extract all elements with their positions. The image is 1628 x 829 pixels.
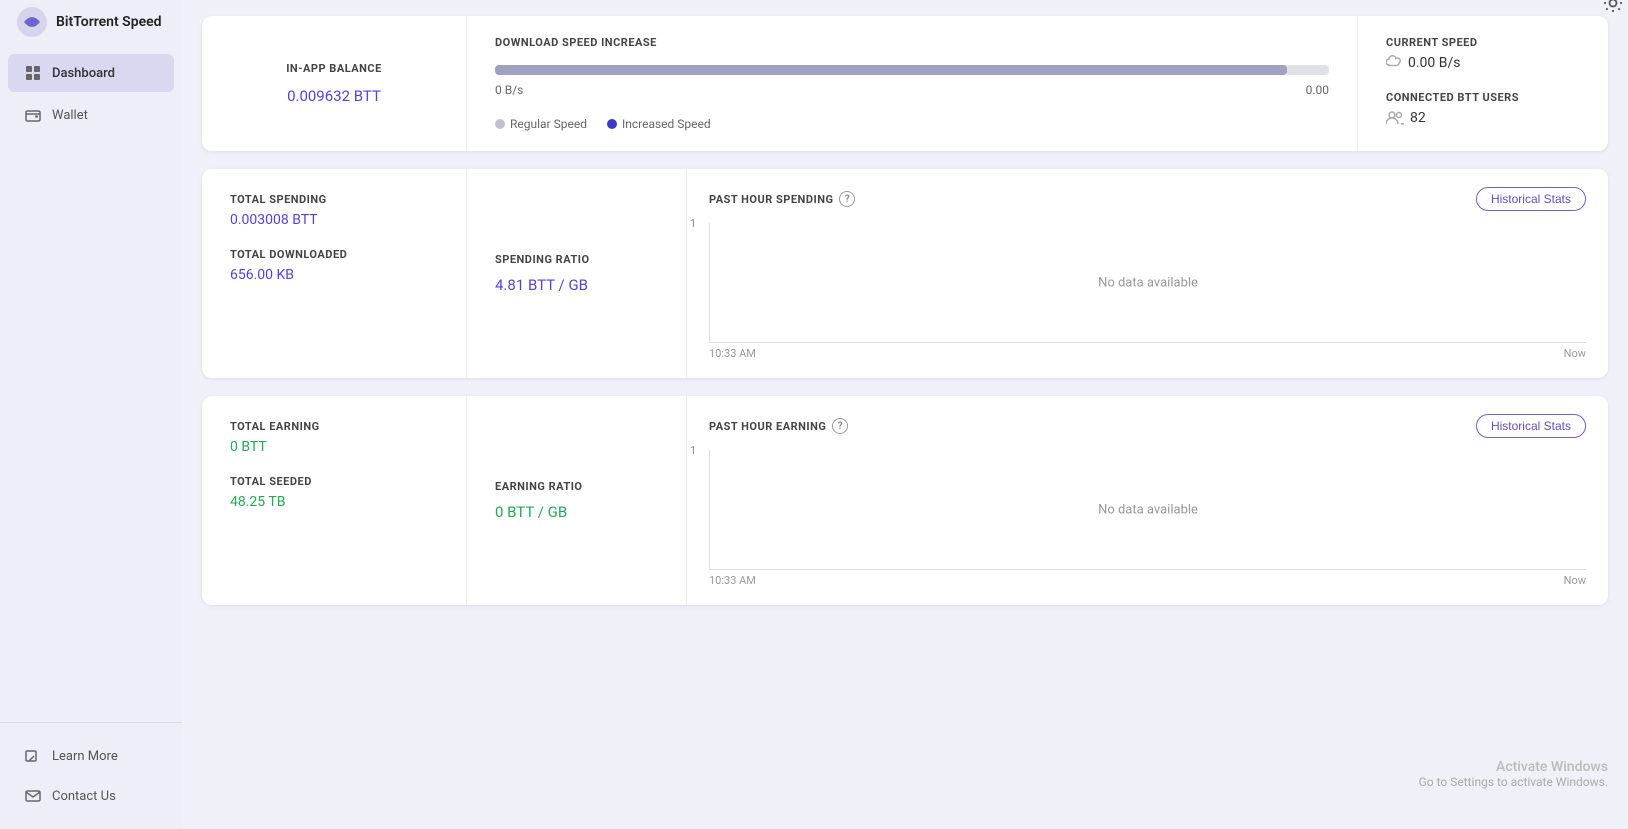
earning-ratio-label: EARNING RATIO: [495, 480, 658, 493]
speed-min: 0 B/s: [495, 83, 523, 97]
app-header: BitTorrent Speed: [0, 0, 182, 44]
regular-dot: [495, 119, 505, 129]
earning-no-data: No data available: [1098, 502, 1198, 517]
sidebar: BitTorrent Speed Dashboard: [0, 0, 182, 829]
earning-x-start: 10:33 AM: [709, 574, 756, 587]
cloud-icon: [1386, 55, 1402, 71]
sidebar-item-dashboard[interactable]: Dashboard: [8, 54, 174, 92]
sidebar-item-contact-us[interactable]: Contact Us: [8, 777, 174, 815]
spending-chart-section: PAST HOUR SPENDING ? Historical Stats 1 …: [687, 169, 1608, 378]
earning-historical-btn[interactable]: Historical Stats: [1476, 414, 1586, 438]
earning-x-end: Now: [1564, 574, 1586, 587]
spending-chart-header: PAST HOUR SPENDING ? Historical Stats: [709, 187, 1586, 211]
legend-increased-label: Increased Speed: [622, 117, 711, 131]
earning-y-label: 1: [690, 444, 696, 457]
total-seeded-value: 48.25 TB: [230, 494, 438, 510]
increased-dot: [607, 119, 617, 129]
earning-chart-header: PAST HOUR EARNING ? Historical Stats: [709, 414, 1586, 438]
connected-users-num: 82: [1410, 110, 1426, 126]
total-seeded-label: TOTAL SEEDED: [230, 475, 438, 488]
balance-value: 0.009632 BTT: [287, 87, 381, 105]
current-speed-value: 0.00 B/s: [1386, 55, 1580, 71]
sidebar-nav: Dashboard Wallet: [0, 44, 182, 722]
wallet-icon: [24, 106, 42, 124]
sidebar-item-learn-more[interactable]: Learn More: [8, 737, 174, 775]
earning-chart-area: 1 No data available: [709, 450, 1586, 570]
total-spending-value: 0.003008 BTT: [230, 212, 438, 228]
speed-bar-fill: [495, 65, 1287, 75]
speed-max: 0.00: [1306, 83, 1329, 97]
spending-x-start: 10:33 AM: [709, 347, 756, 360]
earning-ratio-value: 0 BTT / GB: [495, 503, 658, 521]
main-content: IN-APP BALANCE 0.009632 BTT DOWNLOAD SPE…: [182, 0, 1628, 829]
earning-help-icon[interactable]: ?: [832, 418, 848, 434]
spending-help-icon[interactable]: ?: [839, 191, 855, 207]
earning-ratio-section: EARNING RATIO 0 BTT / GB: [467, 396, 687, 605]
current-speed-block: CURRENT SPEED 0.00 B/s: [1386, 36, 1580, 71]
row3-card: TOTAL EARNING 0 BTT TOTAL SEEDED 48.25 T…: [202, 396, 1608, 605]
row2-card: TOTAL SPENDING 0.003008 BTT TOTAL DOWNLO…: [202, 169, 1608, 378]
sidebar-dashboard-label: Dashboard: [52, 66, 115, 81]
total-earning-label: TOTAL EARNING: [230, 420, 438, 433]
info-icon: [24, 747, 42, 765]
speed-section: DOWNLOAD SPEED INCREASE 0 B/s 0.00 Regul…: [467, 16, 1358, 151]
earning-totals-section: TOTAL EARNING 0 BTT TOTAL SEEDED 48.25 T…: [202, 396, 467, 605]
spending-historical-btn[interactable]: Historical Stats: [1476, 187, 1586, 211]
grid-icon: [24, 64, 42, 82]
earning-chart-title: PAST HOUR EARNING ?: [709, 418, 848, 434]
current-speed-num: 0.00 B/s: [1408, 55, 1461, 71]
total-earning-value: 0 BTT: [230, 439, 438, 455]
balance-section: IN-APP BALANCE 0.009632 BTT: [202, 16, 467, 151]
speed-bar-container: [495, 65, 1329, 75]
bittorrent-logo: [16, 6, 48, 38]
sidebar-learn-more-label: Learn More: [52, 749, 118, 764]
spending-x-end: Now: [1564, 347, 1586, 360]
spending-chart-area: 1 No data available: [709, 223, 1586, 343]
sidebar-contact-us-label: Contact Us: [52, 789, 116, 804]
spending-chart-title: PAST HOUR SPENDING ?: [709, 191, 855, 207]
total-downloaded-value: 656.00 KB: [230, 267, 438, 283]
legend-regular: Regular Speed: [495, 117, 587, 131]
settings-button[interactable]: [1598, 0, 1628, 24]
spending-ratio-section: SPENDING RATIO 4.81 BTT / GB: [467, 169, 687, 378]
total-spending-label: TOTAL SPENDING: [230, 193, 438, 206]
spending-ratio-value: 4.81 BTT / GB: [495, 276, 658, 294]
current-section: CURRENT SPEED 0.00 B/s CONNECTED BTT USE…: [1358, 16, 1608, 151]
spending-x-labels: 10:33 AM Now: [709, 347, 1586, 360]
mail-icon: [24, 787, 42, 805]
total-downloaded-label: TOTAL DOWNLOADED: [230, 248, 438, 261]
app-title: BitTorrent Speed: [56, 14, 162, 30]
earning-chart-section: PAST HOUR EARNING ? Historical Stats 1 N…: [687, 396, 1608, 605]
sidebar-item-wallet[interactable]: Wallet: [8, 96, 174, 134]
connected-users-block: CONNECTED BTT USERS 82: [1386, 91, 1580, 126]
connected-users-title: CONNECTED BTT USERS: [1386, 91, 1580, 104]
spending-y-label: 1: [690, 217, 696, 230]
connected-users-value: 82: [1386, 110, 1580, 126]
balance-label: IN-APP BALANCE: [286, 62, 382, 75]
sidebar-wallet-label: Wallet: [52, 108, 88, 123]
spending-no-data: No data available: [1098, 275, 1198, 290]
speed-title: DOWNLOAD SPEED INCREASE: [495, 36, 1329, 49]
spending-totals-section: TOTAL SPENDING 0.003008 BTT TOTAL DOWNLO…: [202, 169, 467, 378]
spending-ratio-label: SPENDING RATIO: [495, 253, 658, 266]
users-icon: [1386, 111, 1404, 125]
row1-card: IN-APP BALANCE 0.009632 BTT DOWNLOAD SPE…: [202, 16, 1608, 151]
speed-legend: Regular Speed Increased Speed: [495, 117, 1329, 131]
current-speed-title: CURRENT SPEED: [1386, 36, 1580, 49]
speed-labels: 0 B/s 0.00: [495, 83, 1329, 97]
legend-regular-label: Regular Speed: [510, 117, 587, 131]
sidebar-bottom: Learn More Contact Us: [0, 722, 182, 829]
earning-x-labels: 10:33 AM Now: [709, 574, 1586, 587]
legend-increased: Increased Speed: [607, 117, 711, 131]
